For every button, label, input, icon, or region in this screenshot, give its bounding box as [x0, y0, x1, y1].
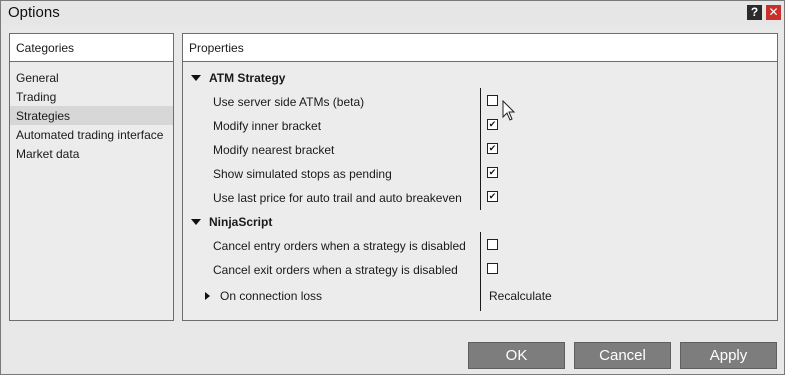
property-label: Show simulated stops as pending [213, 167, 392, 181]
properties-panel: Properties ATM Strategy Use server side … [182, 33, 778, 321]
use-last-price-checkbox[interactable]: ✔ [487, 191, 498, 202]
section-atm-strategy[interactable]: ATM Strategy [191, 71, 285, 85]
cancel-button[interactable]: Cancel [574, 342, 671, 369]
section-title: NinjaScript [209, 215, 273, 229]
on-connection-loss-value[interactable]: Recalculate [489, 289, 552, 303]
ok-button[interactable]: OK [468, 342, 565, 369]
property-label: On connection loss [220, 289, 323, 303]
use-server-side-atms-checkbox[interactable] [487, 95, 498, 106]
cancel-entry-orders-checkbox[interactable] [487, 239, 498, 250]
show-simulated-stops-checkbox[interactable]: ✔ [487, 167, 498, 178]
category-trading[interactable]: Trading [10, 87, 173, 106]
close-button[interactable]: ✕ [766, 5, 781, 20]
column-divider[interactable] [480, 88, 481, 210]
mouse-cursor-icon [502, 100, 516, 121]
apply-button[interactable]: Apply [680, 342, 777, 369]
category-strategies[interactable]: Strategies [10, 106, 173, 125]
expand-triangle-icon [205, 292, 210, 300]
on-connection-loss-expander[interactable]: On connection loss [205, 289, 322, 303]
category-market-data[interactable]: Market data [10, 144, 173, 163]
section-title: ATM Strategy [209, 71, 286, 85]
collapse-triangle-icon [191, 75, 201, 81]
property-label: Use server side ATMs (beta) [213, 95, 365, 109]
property-label: Modify nearest bracket [213, 143, 335, 157]
property-label: Cancel exit orders when a strategy is di… [213, 263, 458, 277]
categories-header: Categories [10, 34, 173, 62]
cancel-exit-orders-checkbox[interactable] [487, 263, 498, 274]
category-automated-trading-interface[interactable]: Automated trading interface [10, 125, 173, 144]
title-bar: Options ? ✕ [1, 1, 784, 25]
property-label: Use last price for auto trail and auto b… [213, 191, 462, 205]
section-ninjascript[interactable]: NinjaScript [191, 215, 272, 229]
property-label: Cancel entry orders when a strategy is d… [213, 239, 466, 253]
categories-panel: Categories General Trading Strategies Au… [9, 33, 174, 321]
properties-header: Properties [183, 34, 777, 62]
collapse-triangle-icon [191, 219, 201, 225]
modify-inner-bracket-checkbox[interactable]: ✔ [487, 119, 498, 130]
column-divider[interactable] [480, 232, 481, 311]
modify-nearest-bracket-checkbox[interactable]: ✔ [487, 143, 498, 154]
options-window: Options ? ✕ Categories General Trading S… [0, 0, 785, 375]
help-button[interactable]: ? [747, 5, 762, 20]
property-label: Modify inner bracket [213, 119, 322, 133]
category-general[interactable]: General [10, 68, 173, 87]
window-title: Options [8, 4, 60, 21]
